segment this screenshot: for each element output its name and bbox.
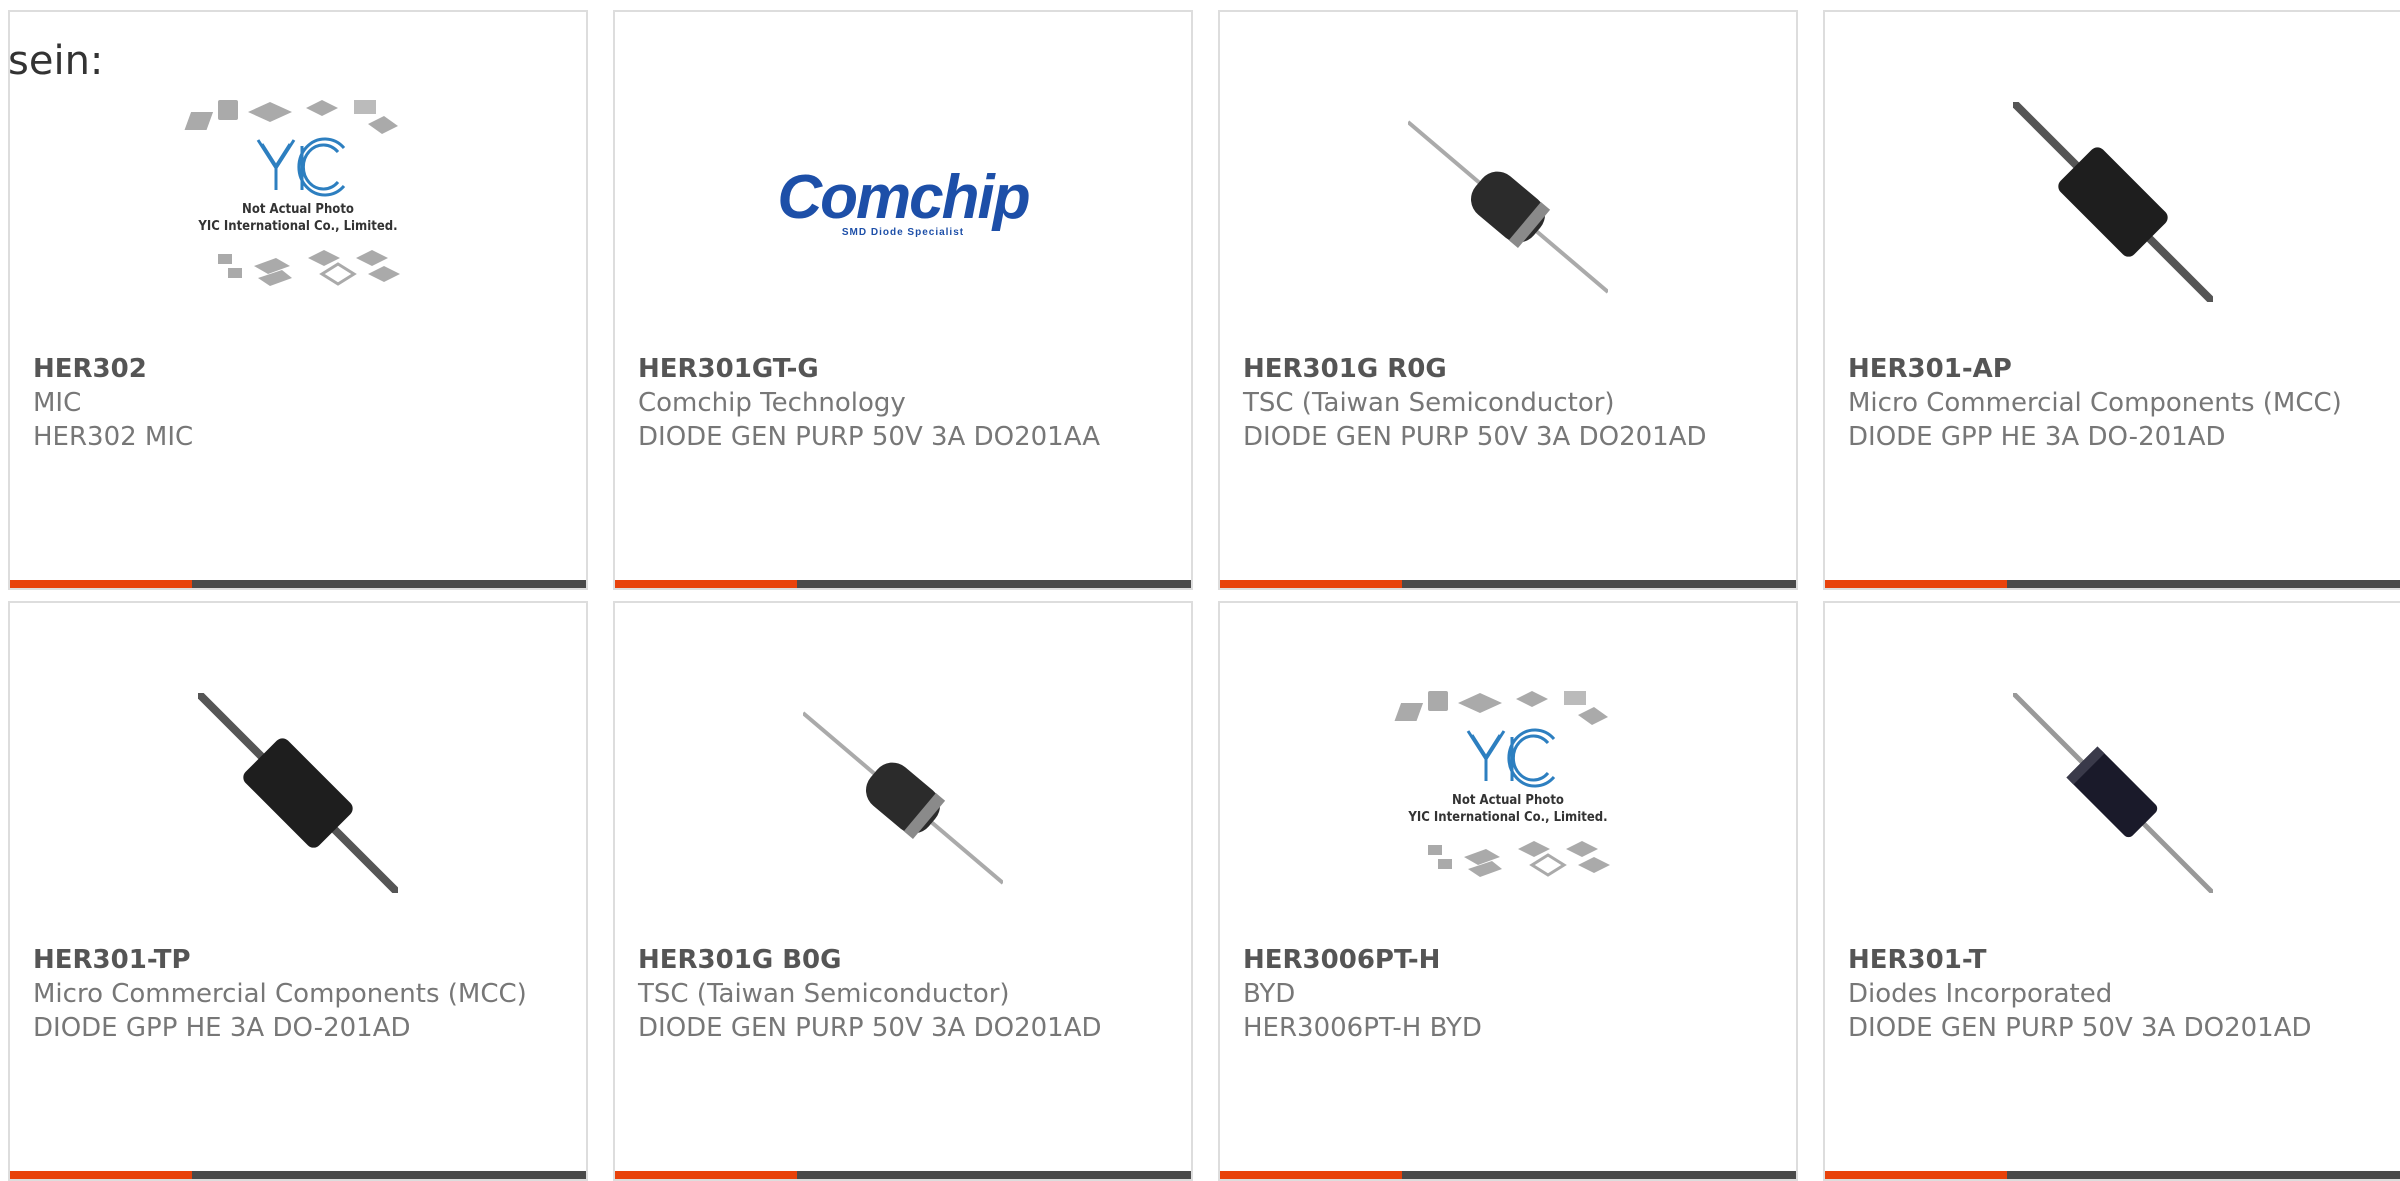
part-number[interactable]: HER3006PT-H xyxy=(1243,943,1776,977)
card-footer-accent xyxy=(615,580,797,588)
card-footer-bar xyxy=(10,1171,586,1179)
description: DIODE GEN PURP 50V 3A DO201AD xyxy=(1243,422,1707,452)
comchip-logo: Comchip SMD Diode Specialist xyxy=(777,162,1030,238)
description: DIODE GEN PURP 50V 3A DO201AA xyxy=(638,422,1101,452)
placeholder-line-2: YIC International Co., Limited. xyxy=(197,219,397,234)
placeholder-line-2: YIC International Co., Limited. xyxy=(1407,810,1607,825)
product-card[interactable]: HER301-AP Micro Commercial Components (M… xyxy=(1823,10,2400,590)
product-info: HER3006PT-H BYD HER3006PT-H BYD xyxy=(1243,943,1776,1045)
card-footer-bar xyxy=(615,1171,1191,1179)
description: DIODE GEN PURP 50V 3A DO201AD xyxy=(638,1013,1102,1043)
description: DIODE GPP HE 3A DO-201AD xyxy=(33,1013,411,1043)
card-footer-bar xyxy=(1220,1171,1796,1179)
manufacturer: Micro Commercial Components (MCC) xyxy=(33,979,527,1009)
manufacturer: Micro Commercial Components (MCC) xyxy=(1848,388,2342,418)
logo-tagline: SMD Diode Specialist xyxy=(841,226,965,238)
placeholder-line-1: Not Actual Photo xyxy=(242,202,354,217)
product-info: HER301G R0G TSC (Taiwan Semiconductor) D… xyxy=(1243,352,1776,454)
intro-text: sein: xyxy=(8,38,104,84)
card-footer-bar xyxy=(615,580,1191,588)
product-image-logo[interactable]: Comchip SMD Diode Specialist xyxy=(763,82,1043,322)
logo-word: Comchip xyxy=(777,162,1030,232)
product-card[interactable]: Not Actual Photo YIC International Co., … xyxy=(8,10,588,590)
manufacturer: Comchip Technology xyxy=(638,388,906,418)
product-image-placeholder[interactable]: Not Actual Photo YIC International Co., … xyxy=(1368,673,1648,913)
card-footer-bar xyxy=(1825,1171,2400,1179)
description: DIODE GEN PURP 50V 3A DO201AD xyxy=(1848,1013,2312,1043)
product-image-placeholder[interactable]: Not Actual Photo YIC International Co., … xyxy=(158,82,438,322)
part-number[interactable]: HER301G R0G xyxy=(1243,352,1776,386)
card-footer-accent xyxy=(1825,580,2007,588)
card-footer-bar xyxy=(1825,580,2400,588)
part-number[interactable]: HER301GT-G xyxy=(638,352,1171,386)
product-image-diode[interactable] xyxy=(1973,82,2253,322)
part-number[interactable]: HER301-AP xyxy=(1848,352,2381,386)
manufacturer: Diodes Incorporated xyxy=(1848,979,2113,1009)
product-info: HER302 MIC HER302 MIC xyxy=(33,352,566,454)
product-card[interactable]: HER301G B0G TSC (Taiwan Semiconductor) D… xyxy=(613,601,1193,1181)
card-footer-bar xyxy=(1220,580,1796,588)
manufacturer: MIC xyxy=(33,388,82,418)
manufacturer: TSC (Taiwan Semiconductor) xyxy=(638,979,1010,1009)
product-info: HER301GT-G Comchip Technology DIODE GEN … xyxy=(638,352,1171,454)
product-grid: Not Actual Photo YIC International Co., … xyxy=(8,10,2400,1181)
description: HER3006PT-H BYD xyxy=(1243,1013,1482,1043)
product-info: HER301-AP Micro Commercial Components (M… xyxy=(1848,352,2381,454)
product-image-diode[interactable] xyxy=(1973,673,2253,913)
product-info: HER301-TP Micro Commercial Components (M… xyxy=(33,943,566,1045)
product-card[interactable]: HER301G R0G TSC (Taiwan Semiconductor) D… xyxy=(1218,10,1798,590)
product-card[interactable]: HER301-T Diodes Incorporated DIODE GEN P… xyxy=(1823,601,2400,1181)
product-info: HER301-T Diodes Incorporated DIODE GEN P… xyxy=(1848,943,2381,1045)
card-footer-accent xyxy=(615,1171,797,1179)
product-info: HER301G B0G TSC (Taiwan Semiconductor) D… xyxy=(638,943,1171,1045)
part-number[interactable]: HER301-T xyxy=(1848,943,2381,977)
part-number[interactable]: HER301G B0G xyxy=(638,943,1171,977)
card-footer-accent xyxy=(1220,1171,1402,1179)
card-footer-accent xyxy=(10,1171,192,1179)
placeholder-line-1: Not Actual Photo xyxy=(1452,793,1564,808)
part-number[interactable]: HER302 xyxy=(33,352,566,386)
product-image-diode[interactable] xyxy=(158,673,438,913)
manufacturer: TSC (Taiwan Semiconductor) xyxy=(1243,388,1615,418)
card-footer-accent xyxy=(10,580,192,588)
description: HER302 MIC xyxy=(33,422,194,452)
card-footer-accent xyxy=(1825,1171,2007,1179)
product-card[interactable]: Comchip SMD Diode Specialist HER301GT-G … xyxy=(613,10,1193,590)
product-image-diode[interactable] xyxy=(763,673,1043,913)
product-image-diode[interactable] xyxy=(1368,82,1648,322)
card-footer-bar xyxy=(10,580,586,588)
card-footer-accent xyxy=(1220,580,1402,588)
product-card[interactable]: Not Actual Photo YIC International Co., … xyxy=(1218,601,1798,1181)
manufacturer: BYD xyxy=(1243,979,1296,1009)
description: DIODE GPP HE 3A DO-201AD xyxy=(1848,422,2226,452)
part-number[interactable]: HER301-TP xyxy=(33,943,566,977)
product-card[interactable]: HER301-TP Micro Commercial Components (M… xyxy=(8,601,588,1181)
